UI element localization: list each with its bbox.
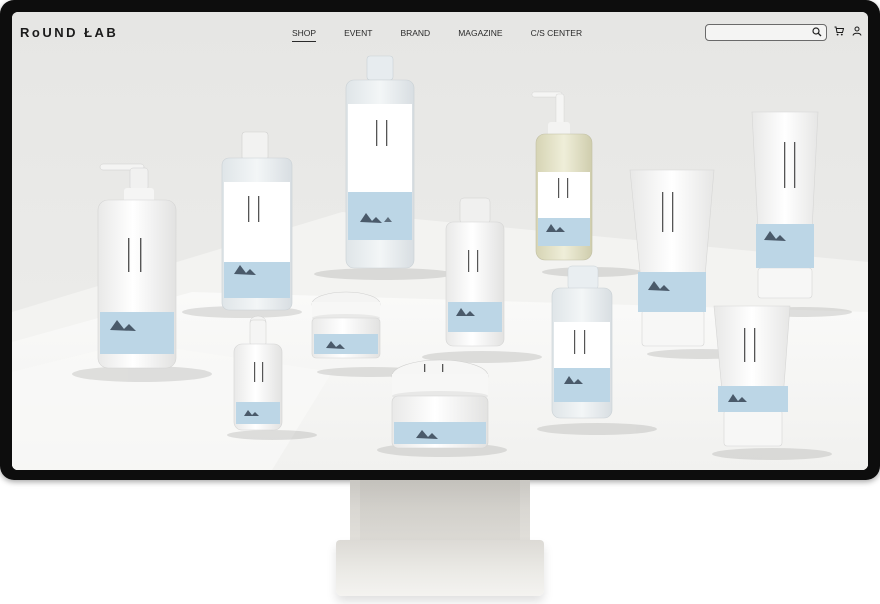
main-nav: SHOP EVENT BRAND MAGAZINE C/S CENTER (292, 28, 610, 42)
product-hand-cream (713, 305, 791, 447)
search-input[interactable] (705, 24, 827, 41)
product-cleanser-tube (629, 169, 715, 347)
nav-brand[interactable]: BRAND (400, 28, 430, 42)
nav-event[interactable]: EVENT (344, 28, 372, 42)
product-jar-small (311, 291, 381, 359)
nav-cs-center[interactable]: C/S CENTER (531, 28, 582, 42)
monitor-frame: RοUND ŁAB SHOP EVENT BRAND MAGAZINE C/S … (0, 0, 880, 480)
brand-logo[interactable]: RοUND ŁAB (20, 25, 118, 40)
product-jar-large (391, 359, 489, 449)
monitor-stand-base (336, 540, 544, 596)
product-toner-medium (221, 131, 293, 311)
nav-shop[interactable]: SHOP (292, 28, 317, 42)
product-toner-mini (551, 265, 613, 419)
product-toner-large (345, 55, 415, 269)
hero-image (12, 12, 868, 470)
user-icon[interactable] (852, 26, 862, 36)
cart-icon[interactable] (834, 26, 844, 36)
browser-viewport: RοUND ŁAB SHOP EVENT BRAND MAGAZINE C/S … (12, 12, 868, 470)
nav-magazine[interactable]: MAGAZINE (458, 28, 502, 42)
site-header: RοUND ŁAB SHOP EVENT BRAND MAGAZINE C/S … (12, 12, 868, 56)
search-icon[interactable] (812, 27, 822, 37)
monitor-stand-shadow (360, 480, 520, 546)
product-sunscreen-tube (751, 111, 819, 299)
